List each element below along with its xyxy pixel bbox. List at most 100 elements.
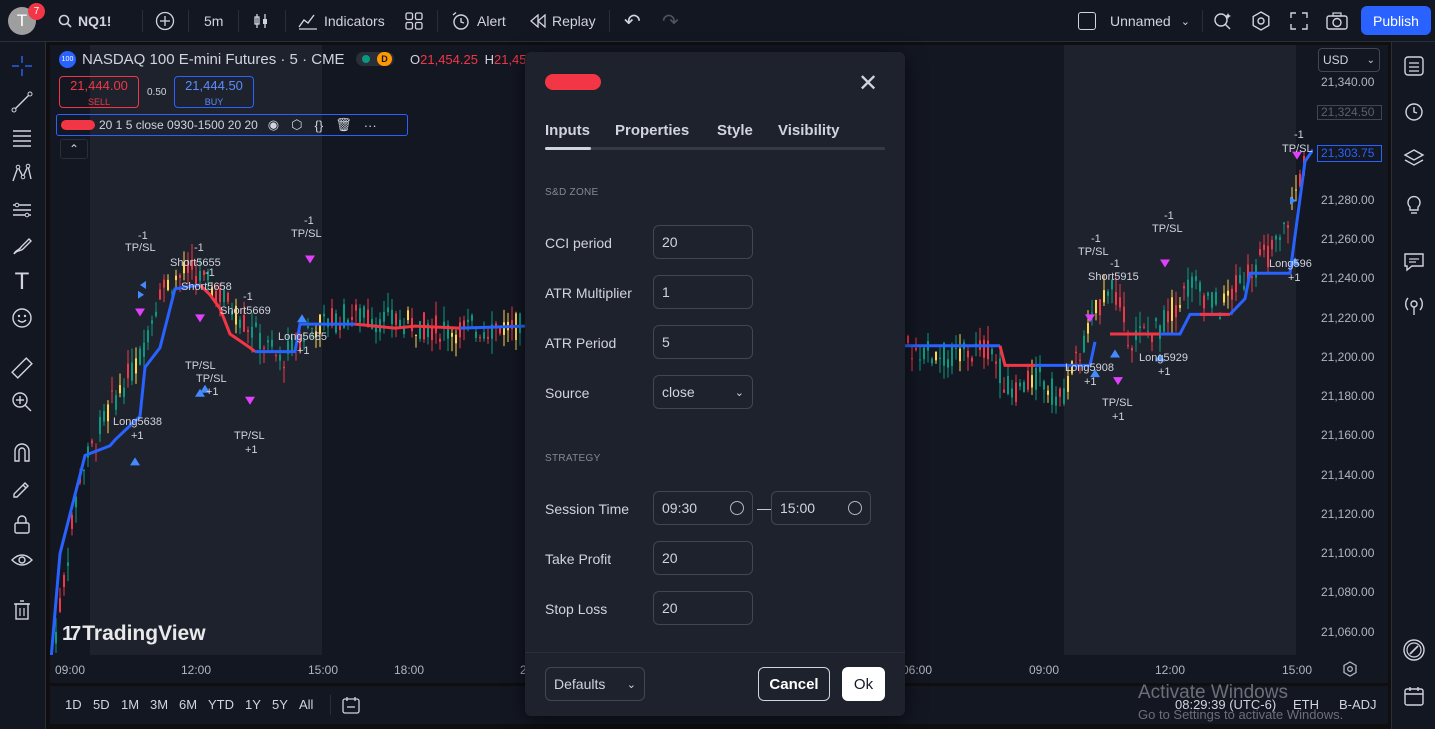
candle-body <box>483 332 485 339</box>
candle-body <box>1011 388 1013 398</box>
crosshair-icon[interactable] <box>8 52 36 80</box>
candle-body <box>907 336 909 344</box>
redo-button[interactable]: ↷ <box>662 0 679 42</box>
publish-button[interactable]: Publish <box>1361 6 1431 35</box>
fullscreen-button[interactable] <box>1290 0 1308 42</box>
source-select[interactable]: close ⌄ <box>653 375 753 409</box>
more-icon[interactable]: ··· <box>364 118 377 133</box>
quick-search-button[interactable] <box>1213 0 1233 42</box>
candle-body <box>391 309 393 325</box>
buy-button[interactable]: 21,444.50 BUY <box>174 76 254 108</box>
indicators-button[interactable]: Indicators <box>298 0 385 42</box>
interval-button[interactable]: 5m <box>204 0 223 42</box>
range-6m-button[interactable]: 6M <box>179 697 197 712</box>
watchlist-icon[interactable] <box>1400 52 1428 80</box>
symbol-title[interactable]: NASDAQ 100 E-mini Futures · 5 · CME <box>82 51 345 68</box>
source-code-icon[interactable]: {} <box>315 118 324 133</box>
price-scale[interactable]: USD ⌄ 21,340.00 21,324.50 21,303.75 21,2… <box>1313 45 1388 655</box>
sell-button[interactable]: 21,444.00 SELL <box>59 76 139 108</box>
delete-icon[interactable]: 🗑 <box>335 117 352 133</box>
tab-properties[interactable]: Properties <box>615 122 689 139</box>
range-separator: — <box>757 500 771 516</box>
trash-icon[interactable] <box>8 596 36 624</box>
layouts-button[interactable] <box>405 0 423 42</box>
indicator-legend-row[interactable]: 20 1 5 close 0930-1500 20 20 ◉ ⬡ {} 🗑 ··… <box>56 114 408 136</box>
session-start-input[interactable]: 09:30 <box>653 491 753 525</box>
emoji-icon[interactable] <box>8 304 36 332</box>
atr-multiplier-input[interactable]: 1 <box>653 275 753 309</box>
broadcast-icon[interactable] <box>1400 292 1428 320</box>
chat-icon[interactable] <box>1400 248 1428 276</box>
symbol-search-button[interactable]: NQ1! <box>58 0 111 42</box>
range-all-button[interactable]: All <box>299 697 313 712</box>
clock-icon[interactable] <box>848 501 862 515</box>
currency-select[interactable]: USD ⌄ <box>1318 48 1380 72</box>
settings-icon[interactable]: ⬡ <box>291 117 302 133</box>
candle-body <box>1239 275 1241 284</box>
close-icon[interactable]: ✕ <box>858 72 878 96</box>
tab-inputs[interactable]: Inputs <box>545 122 590 139</box>
defaults-dropdown[interactable]: Defaults ⌄ <box>545 667 645 701</box>
trend-line-icon[interactable] <box>8 88 36 116</box>
indicators-label: Indicators <box>324 13 385 29</box>
replay-button[interactable]: Replay <box>530 0 596 42</box>
magnet-icon[interactable] <box>8 438 36 466</box>
candle-body <box>155 311 157 317</box>
adjustment-button[interactable]: B-ADJ <box>1339 697 1377 712</box>
text-tool-icon[interactable]: T <box>8 268 36 296</box>
range-1m-button[interactable]: 1M <box>121 697 139 712</box>
pencil-lock-icon[interactable] <box>8 474 36 502</box>
candle-body <box>199 270 201 281</box>
goto-date-icon[interactable] <box>341 695 361 720</box>
lightbulb-icon[interactable] <box>1400 190 1428 218</box>
clock-icon[interactable] <box>730 501 744 515</box>
collapse-legend-button[interactable]: ⌃ <box>60 139 88 159</box>
range-ytd-button[interactable]: YTD <box>208 697 234 712</box>
brush-icon[interactable] <box>8 232 36 260</box>
take-profit-input[interactable]: 20 <box>653 541 753 575</box>
atr-period-input[interactable]: 5 <box>653 325 753 359</box>
take-profit-label: Take Profit <box>545 551 612 567</box>
calendar-icon[interactable] <box>1400 682 1428 710</box>
candle-body <box>1119 297 1121 308</box>
tab-visibility[interactable]: Visibility <box>778 122 839 139</box>
layers-icon[interactable] <box>1400 144 1428 172</box>
scale-settings-icon[interactable] <box>1342 661 1358 682</box>
cci-period-input[interactable]: 20 <box>653 225 753 259</box>
candle-body <box>479 337 481 339</box>
alert-clock-icon[interactable] <box>1400 97 1428 125</box>
eye-icon[interactable]: ◉ <box>268 117 279 133</box>
candle-body <box>1047 390 1049 395</box>
tab-style[interactable]: Style <box>717 122 753 139</box>
layout-select[interactable]: Unnamed ⌄ <box>1078 0 1190 42</box>
compass-icon[interactable] <box>1400 636 1428 664</box>
cci-period-label: CCI period <box>545 235 612 251</box>
fib-lines-icon[interactable] <box>8 124 36 152</box>
pattern-icon[interactable] <box>8 160 36 188</box>
projection-icon[interactable] <box>8 196 36 224</box>
grid-icon <box>405 12 423 30</box>
tradingview-logo-icon: 17 <box>62 622 81 645</box>
range-5d-button[interactable]: 5D <box>93 697 110 712</box>
undo-button[interactable]: ↶ <box>624 0 641 42</box>
stop-loss-input[interactable]: 20 <box>653 591 753 625</box>
settings-button[interactable] <box>1251 0 1271 42</box>
range-1y-button[interactable]: 1Y <box>245 697 261 712</box>
interval-label: 5m <box>204 13 224 29</box>
snapshot-button[interactable] <box>1326 0 1348 42</box>
alert-button[interactable]: Alert <box>451 0 506 42</box>
compare-button[interactable] <box>155 0 175 42</box>
ok-button[interactable]: Ok <box>842 667 885 701</box>
candle-body <box>1051 378 1053 405</box>
lock-icon[interactable] <box>8 510 36 538</box>
chart-type-button[interactable] <box>252 0 270 42</box>
session-end-input[interactable]: 15:00 <box>771 491 871 525</box>
ruler-icon[interactable] <box>8 354 36 382</box>
cancel-button[interactable]: Cancel <box>758 667 830 701</box>
range-3m-button[interactable]: 3M <box>150 697 168 712</box>
tpsl-label: TP/SL <box>1078 246 1109 258</box>
eye-icon[interactable] <box>8 546 36 574</box>
zoom-in-icon[interactable] <box>8 388 36 416</box>
range-5y-button[interactable]: 5Y <box>272 697 288 712</box>
range-1d-button[interactable]: 1D <box>65 697 82 712</box>
